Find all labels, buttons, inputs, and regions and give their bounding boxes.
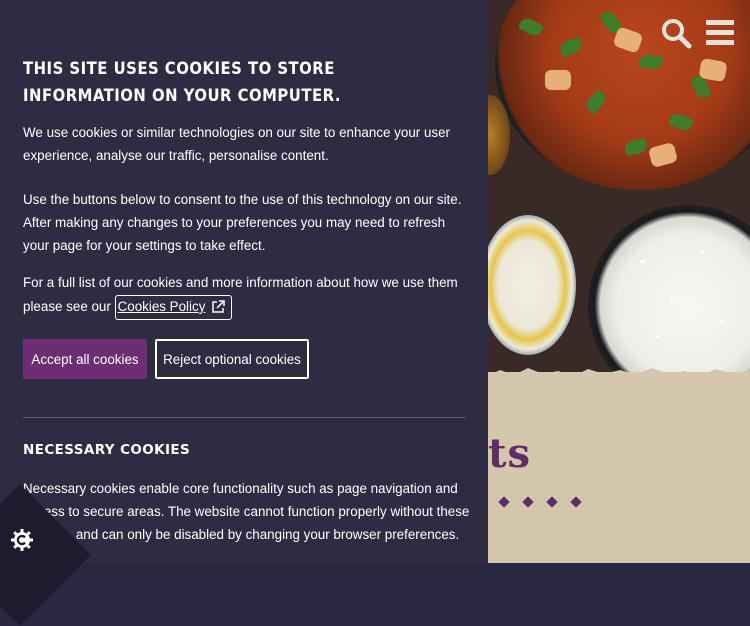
cookie-intro-text: We use cookies or similar technologies o… — [23, 125, 450, 163]
curry-chunk — [698, 57, 728, 83]
necessary-cookies-text: Necessary cookies enable core functional… — [23, 481, 470, 542]
decorative-dots — [498, 496, 582, 508]
menu-icon[interactable] — [706, 20, 734, 46]
section-heading-fragment: ts — [488, 430, 531, 477]
accept-all-cookies-button[interactable]: Accept all cookies — [23, 339, 147, 379]
cookies-policy-link-label: Cookies Policy — [117, 298, 206, 314]
yogurt-bowl-image — [480, 215, 576, 355]
rice-grain — [700, 250, 705, 253]
cookie-consent-panel: This site uses cookies to store informat… — [0, 0, 488, 563]
cookie-gear-icon[interactable] — [10, 528, 34, 552]
curry-chunk — [545, 70, 571, 90]
cookie-banner-title: This site uses cookies to store informat… — [23, 59, 341, 105]
decorative-dot — [498, 496, 510, 508]
decorative-dot — [522, 496, 534, 508]
necessary-cookies-heading: Necessary cookies — [23, 442, 191, 458]
rice-grain — [655, 335, 660, 338]
cookie-policy-text: For a full list of our cookies and more … — [23, 272, 463, 320]
cookie-consent-text: Use the buttons below to consent to the … — [23, 192, 462, 253]
external-link-icon — [212, 300, 226, 313]
decorative-dot — [546, 496, 558, 508]
rice-grain — [670, 300, 675, 303]
decorative-dot — [570, 496, 582, 508]
reject-optional-cookies-button[interactable]: Reject optional cookies — [155, 339, 309, 379]
rice-grain — [640, 260, 645, 263]
cookie-policy-prefix: For a full list of our cookies and more … — [23, 275, 458, 314]
rice-grain — [720, 320, 725, 323]
search-icon[interactable] — [660, 17, 692, 49]
section-divider — [23, 417, 466, 418]
cookies-policy-link[interactable]: Cookies Policy — [114, 294, 233, 320]
